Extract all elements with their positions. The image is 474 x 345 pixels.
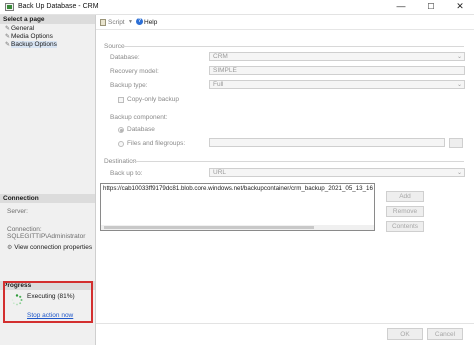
window-title: Back Up Database - CRM	[18, 3, 99, 10]
destination-divider	[132, 161, 464, 162]
chevron-down-icon: ▼	[128, 19, 133, 25]
script-icon	[100, 19, 106, 26]
backup-url-list[interactable]: https://cab10033ff9179dc81.blob.core.win…	[100, 183, 375, 231]
cancel-button[interactable]: Cancel	[427, 328, 463, 340]
backup-component-label: Backup component:	[110, 114, 168, 121]
backup-to-value: URL	[213, 169, 227, 176]
chevron-down-icon: ⌄	[456, 170, 462, 176]
page-item-label: General	[11, 25, 35, 32]
backup-type-value: Full	[213, 81, 224, 88]
recovery-model-field: SIMPLE	[209, 66, 465, 75]
database-value: CRM	[213, 53, 228, 60]
stop-action-link[interactable]: Stop action now	[27, 312, 73, 319]
scrollbar-thumb[interactable]	[104, 226, 314, 229]
component-database-label: Database	[127, 126, 155, 133]
maximize-button[interactable]: ☐	[417, 0, 445, 14]
close-button[interactable]: ✕	[446, 0, 474, 14]
source-divider	[122, 46, 464, 47]
database-label: Database:	[110, 54, 140, 61]
progress-status: Executing (81%)	[27, 293, 75, 300]
backup-type-label: Backup type:	[110, 82, 148, 89]
browse-filegroups-button[interactable]	[449, 138, 463, 148]
ok-button[interactable]: OK	[387, 328, 423, 340]
help-label: Help	[144, 19, 158, 26]
backup-app-icon	[5, 3, 14, 11]
view-connection-properties-link[interactable]: ⚙ View connection properties	[7, 244, 92, 251]
page-item-backup-options[interactable]: ✎Backup Options	[5, 41, 57, 49]
minimize-button[interactable]: —	[387, 0, 415, 14]
select-page-header: Select a page	[0, 15, 95, 24]
help-icon: ?	[136, 18, 143, 25]
page-item-label: Backup Options	[11, 41, 57, 48]
remove-button[interactable]: Remove	[386, 206, 424, 217]
title-bar: Back Up Database - CRM — ☐ ✕	[0, 0, 474, 15]
connection-label: Connection:	[7, 226, 42, 233]
list-item[interactable]: https://cab10033ff9179dc81.blob.core.win…	[103, 185, 373, 192]
page-item-label: Media Options	[11, 33, 53, 40]
backup-to-label: Back up to:	[110, 170, 143, 177]
spinner-icon	[11, 294, 23, 306]
toolbar: Script ▼ ? Help	[96, 15, 474, 30]
database-select[interactable]: CRM ⌄	[209, 52, 465, 61]
script-button[interactable]: Script ▼	[96, 15, 134, 29]
backup-type-select[interactable]: Full ⌄	[209, 80, 465, 89]
component-database-radio[interactable]	[118, 127, 124, 133]
server-label: Server:	[7, 208, 28, 215]
chevron-down-icon: ⌄	[456, 82, 462, 88]
progress-panel: Executing (81%) Stop action now	[3, 281, 93, 323]
help-button[interactable]: ? Help	[135, 15, 159, 29]
add-button[interactable]: Add	[386, 191, 424, 202]
component-files-radio[interactable]	[118, 141, 124, 147]
component-files-label: Files and filegroups:	[127, 140, 186, 147]
properties-icon: ⚙	[7, 245, 13, 251]
view-connection-label: View connection properties	[14, 244, 93, 251]
footer-divider	[96, 323, 474, 324]
copy-only-label: Copy-only backup	[127, 96, 180, 103]
copy-only-checkbox[interactable]	[118, 97, 124, 103]
page-item-media-options[interactable]: ✎Media Options	[5, 33, 53, 41]
connection-value: SQLEGITTIP\Administrator	[7, 233, 86, 240]
chevron-down-icon: ⌄	[456, 54, 462, 60]
connection-header: Connection	[0, 194, 95, 203]
script-label: Script	[108, 19, 125, 26]
contents-button[interactable]: Contents	[386, 221, 424, 232]
horizontal-scrollbar[interactable]	[101, 225, 374, 230]
filegroups-field[interactable]	[209, 138, 445, 147]
backup-to-select[interactable]: URL ⌄	[209, 168, 465, 177]
page-item-general[interactable]: ✎General	[5, 25, 34, 33]
recovery-model-label: Recovery model:	[110, 68, 159, 75]
